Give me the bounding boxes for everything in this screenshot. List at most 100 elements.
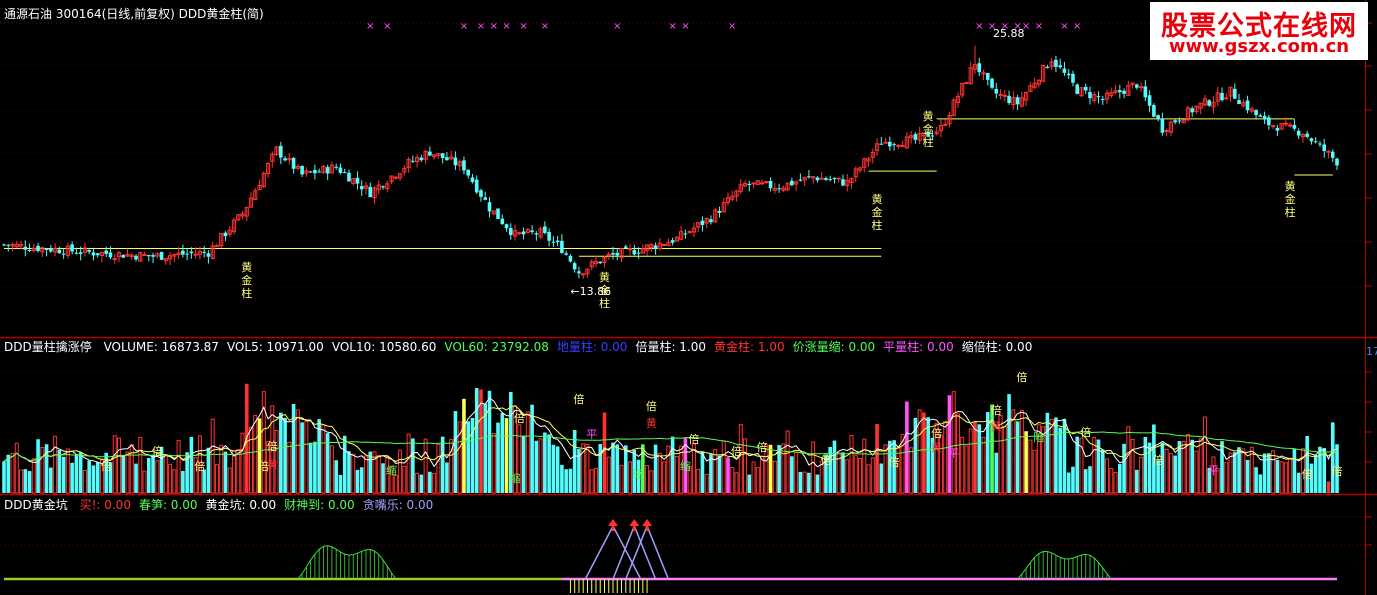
volume-bar — [283, 417, 287, 493]
volume-bar — [943, 420, 948, 494]
volume-bar — [1139, 456, 1144, 494]
volume-bar — [802, 471, 807, 494]
volume-bar — [1062, 419, 1067, 493]
candle-body — [798, 179, 803, 181]
candle-body — [1075, 84, 1080, 94]
volume-tag-bei: 倍 — [931, 426, 942, 440]
candle-body — [504, 224, 509, 229]
golden-column-marker: 柱 — [241, 286, 252, 300]
volume-tag-bei: 倍 — [101, 459, 112, 473]
golden-column-marker: 黄 — [872, 192, 883, 206]
volume-bar — [61, 456, 66, 493]
volume-bar — [219, 444, 224, 494]
volume-bar — [875, 424, 879, 493]
volume-bar — [172, 469, 177, 494]
volume-bar — [65, 448, 70, 494]
volume-bar — [87, 460, 91, 493]
volume-bar — [628, 461, 633, 494]
candle-body — [1283, 122, 1288, 125]
candle-body — [1313, 141, 1318, 143]
volume-field-5: 倍量柱: 1.00 — [635, 340, 707, 354]
candle-body — [313, 169, 317, 174]
candle-body — [964, 82, 969, 85]
volume-tag-huang: 黄 — [267, 457, 278, 471]
volume-tag-bei: 倍 — [688, 432, 699, 446]
volume-bar — [253, 414, 258, 494]
volume-bar — [1168, 453, 1173, 494]
candle-body — [347, 172, 351, 182]
volume-bar — [525, 411, 530, 494]
candle-body — [134, 255, 138, 260]
volume-bar — [853, 454, 858, 494]
volume-bar — [466, 421, 471, 493]
volume-bar — [1181, 440, 1186, 494]
volume-bar — [1237, 447, 1241, 493]
volume-field-3: VOL60: 23792.08 — [444, 340, 549, 354]
volume-bar — [1202, 416, 1207, 494]
volume-tag-bei: 倍 — [1332, 464, 1343, 478]
volume-bar — [534, 440, 539, 493]
candle-body — [687, 231, 692, 234]
volume-bar — [1241, 448, 1246, 494]
candle-body — [189, 251, 194, 254]
candle-body — [1135, 84, 1139, 88]
volume-bar — [1019, 409, 1024, 494]
golden-column-marker: 金 — [599, 283, 610, 297]
candle-body — [44, 248, 49, 250]
volume-panel-header: DDD量柱擒涨停 VOLUME: 16873.87 VOL5: 10971.00 V… — [4, 340, 1040, 354]
volume-bar — [95, 461, 100, 493]
volume-bar — [257, 418, 262, 493]
candle-body — [87, 250, 91, 252]
x-mark: × — [681, 21, 689, 32]
volume-bar — [1105, 458, 1110, 494]
x-mark: × — [668, 21, 676, 32]
volume-bar — [423, 438, 428, 494]
volume-bar — [547, 434, 551, 493]
volume-bar — [1109, 467, 1114, 494]
volume-bar — [1258, 474, 1263, 493]
x-mark: × — [728, 21, 736, 32]
volume-bar — [1126, 426, 1131, 494]
candle-body — [1002, 94, 1007, 97]
volume-field-4: 地量柱: 0.00 — [556, 340, 628, 354]
volume-bar — [1045, 412, 1050, 493]
volume-bar — [91, 465, 96, 493]
volume-bar — [57, 449, 62, 493]
candle-body — [888, 141, 892, 147]
volume-bar — [82, 469, 87, 494]
candle-body — [112, 258, 117, 261]
candle-body — [1305, 133, 1309, 137]
x-mark: × — [502, 21, 510, 32]
volume-tag-bei: 倍 — [573, 392, 584, 406]
candle-body — [334, 166, 338, 168]
candle-body — [1066, 73, 1071, 76]
volume-bar — [709, 454, 713, 493]
volume-bar — [317, 419, 321, 493]
candle-body — [530, 230, 534, 233]
volume-bar — [760, 455, 765, 494]
volume-tag-bei: 倍 — [514, 411, 525, 425]
volume-bar — [1292, 448, 1297, 493]
candle-body — [627, 248, 633, 251]
volume-bar — [841, 452, 845, 493]
watermark-logo: 股票公式在线网 www.gszx.com.cn — [1150, 2, 1368, 60]
volume-bar — [726, 457, 730, 493]
candle-body — [1309, 138, 1314, 142]
volume-bar — [619, 464, 624, 494]
volume-bar — [146, 458, 151, 493]
golden-column-marker: 柱 — [599, 296, 610, 310]
candle-body — [1058, 65, 1062, 68]
candle-body — [521, 231, 526, 235]
candle-body — [1232, 88, 1237, 99]
volume-bar — [1028, 439, 1033, 494]
candle-body — [419, 157, 424, 161]
volume-bar — [645, 465, 650, 494]
candle-body — [500, 218, 505, 225]
volume-bar — [240, 432, 245, 494]
volume-field-8: 平量柱: 0.00 — [883, 340, 954, 354]
volume-field-1: VOL5: 10971.00 — [226, 340, 324, 354]
candle-body — [151, 255, 155, 257]
volume-tag-ping: 平 — [1208, 464, 1219, 477]
volume-bar — [134, 463, 138, 493]
indicator-field-1: 春笋: 0.00 — [138, 498, 198, 512]
